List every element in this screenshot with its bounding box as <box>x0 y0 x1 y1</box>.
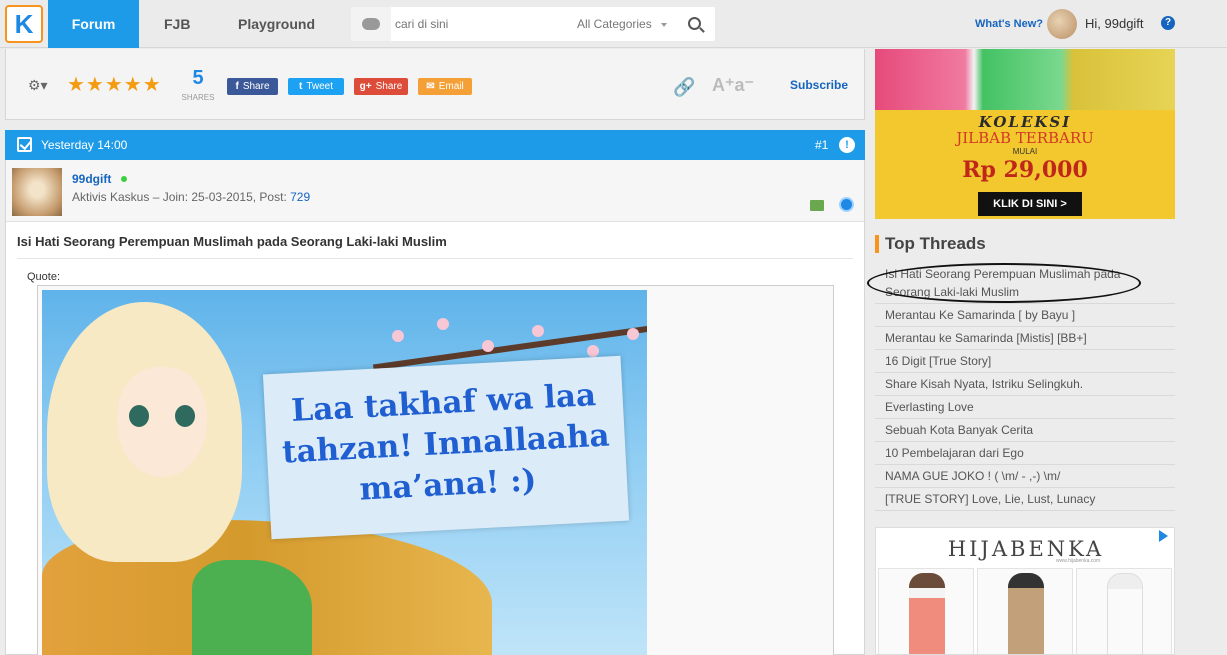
green-sleeve <box>192 560 312 655</box>
chat-bubble-icon[interactable] <box>351 7 391 41</box>
left-eye <box>129 405 149 427</box>
ad-mulai: MULAI <box>1012 147 1038 156</box>
checkbox-icon[interactable] <box>17 137 32 152</box>
top-threads-accent <box>875 235 879 253</box>
message-sign: Laa takhaf wa laa tahzan! Innallaaha ma’… <box>262 355 630 540</box>
chevron-down-icon[interactable] <box>661 23 667 27</box>
top-thread-item[interactable]: Sebuah Kota Banyak Cerita <box>875 419 1175 442</box>
ad-click-button[interactable]: KLIK DI SINI > <box>978 192 1082 216</box>
blossom <box>392 330 404 342</box>
title-divider <box>17 258 853 259</box>
help-icon[interactable]: ? <box>1161 16 1175 30</box>
top-threads-title: Top Threads <box>885 234 986 253</box>
cendol-icon[interactable] <box>810 200 824 211</box>
gear-icon[interactable]: ⚙▾ <box>28 77 48 94</box>
link-icon[interactable]: 🔗 <box>673 77 695 98</box>
logo-k-icon: K <box>14 9 34 39</box>
top-thread-item[interactable]: [TRUE STORY] Love, Lie, Lust, Lunacy <box>875 488 1175 511</box>
highlight-annotation-circle <box>867 263 1141 303</box>
user-greeting[interactable]: Hi, 99dgift <box>1085 16 1144 31</box>
subscribe-link[interactable]: Subscribe <box>790 78 848 92</box>
user-avatar[interactable] <box>1047 9 1077 39</box>
twitter-tweet-button[interactable]: t Tweet <box>288 78 344 95</box>
quote-label: Quote: <box>27 271 61 283</box>
emoticon-icon[interactable] <box>839 197 854 212</box>
post-title: Isi Hati Seorang Perempuan Muslimah pada… <box>17 234 447 249</box>
category-select[interactable]: All Categories <box>577 17 652 31</box>
top-thread-item[interactable]: Merantau ke Samarinda [Mistis] [BB+] <box>875 327 1175 350</box>
report-icon[interactable]: ! <box>839 137 855 153</box>
product-figure <box>909 573 945 654</box>
sign-text: Laa takhaf wa laa tahzan! Innallaaha ma’… <box>281 377 611 508</box>
hijab-figure <box>47 302 242 562</box>
share-count: 5 <box>192 67 204 89</box>
search-icon[interactable] <box>688 17 701 30</box>
share-count-label: SHARES <box>181 93 215 102</box>
post-body: 99dgift Aktivis Kaskus – Join: 25-03-201… <box>5 160 865 655</box>
email-share-button[interactable]: ✉ Email <box>418 78 472 95</box>
search-bar: All Categories <box>351 7 715 41</box>
font-size-icon[interactable]: A⁺a⁻ <box>712 75 754 96</box>
online-status-icon <box>121 176 127 182</box>
product-figure <box>1008 573 1044 654</box>
blossom <box>482 340 494 352</box>
facebook-share-button[interactable]: f Share <box>227 78 278 95</box>
author-meta: Aktivis Kaskus – Join: 25-03-2015, Post:… <box>72 190 310 204</box>
top-navbar: K Forum FJB Playground All Categories Wh… <box>0 0 1227 48</box>
hijabenka-tagline: www.hijabenka.com <box>1056 558 1101 564</box>
nav-tab-playground[interactable]: Playground <box>238 0 315 48</box>
whats-new-link[interactable]: What's New? <box>975 18 1043 30</box>
top-thread-item[interactable]: Everlasting Love <box>875 396 1175 419</box>
product-card[interactable] <box>878 568 974 654</box>
product-card[interactable] <box>977 568 1073 654</box>
face <box>117 367 207 477</box>
ad-price: Rp 29,000 <box>962 157 1088 183</box>
blossom <box>532 325 544 337</box>
author-username[interactable]: 99dgift <box>72 172 111 186</box>
jilbab-ad-banner[interactable]: KOLEKSI JILBAB TERBARU MULAI Rp 29,000 K… <box>875 49 1175 219</box>
post-author-row: 99dgift Aktivis Kaskus – Join: 25-03-201… <box>6 160 864 222</box>
hijabenka-ad[interactable]: HIJABENKA www.hijabenka.com <box>875 527 1175 655</box>
right-eye <box>175 405 195 427</box>
author-avatar[interactable] <box>12 168 62 216</box>
top-thread-item[interactable]: NAMA GUE JOKO ! ( \m/ - ,-) \m/ <box>875 465 1175 488</box>
hijabenka-logo: HIJABENKA <box>947 537 1105 561</box>
post-header: Yesterday 14:00 #1 ! <box>5 130 865 160</box>
author-meta-text: Aktivis Kaskus – Join: 25-03-2015, Post: <box>72 190 291 204</box>
blossom <box>437 318 449 330</box>
ad-jilbab-terbaru: JILBAB TERBARU <box>956 129 1094 147</box>
nav-tab-fjb[interactable]: FJB <box>164 0 190 48</box>
post-timestamp: Yesterday 14:00 <box>41 138 128 152</box>
kaskus-logo[interactable]: K <box>5 5 43 43</box>
ad-models-photo <box>875 49 1175 110</box>
product-figure <box>1107 573 1143 654</box>
gplus-share-button[interactable]: g+ Share <box>354 78 408 95</box>
blossom <box>587 345 599 357</box>
thread-tools-bar: ⚙▾ ★★★★★ 5 SHARES f Share t Tweet g+ Share … <box>5 49 865 120</box>
blossom <box>627 328 639 340</box>
top-thread-item[interactable]: Share Kisah Nyata, Istriku Selingkuh. <box>875 373 1175 396</box>
nav-tab-forum[interactable]: Forum <box>48 0 139 48</box>
author-post-count[interactable]: 729 <box>290 190 310 204</box>
rating-stars[interactable]: ★★★★★ <box>67 72 162 97</box>
product-card[interactable] <box>1076 568 1172 654</box>
search-input[interactable] <box>395 13 565 35</box>
top-thread-item[interactable]: 16 Digit [True Story] <box>875 350 1175 373</box>
post-illustration: Laa takhaf wa laa tahzan! Innallaaha ma’… <box>42 290 647 655</box>
post-number-link[interactable]: #1 <box>815 138 828 152</box>
top-thread-item[interactable]: Merantau Ke Samarinda [ by Bayu ] <box>875 304 1175 327</box>
top-thread-item[interactable]: 10 Pembelajaran dari Ego <box>875 442 1175 465</box>
